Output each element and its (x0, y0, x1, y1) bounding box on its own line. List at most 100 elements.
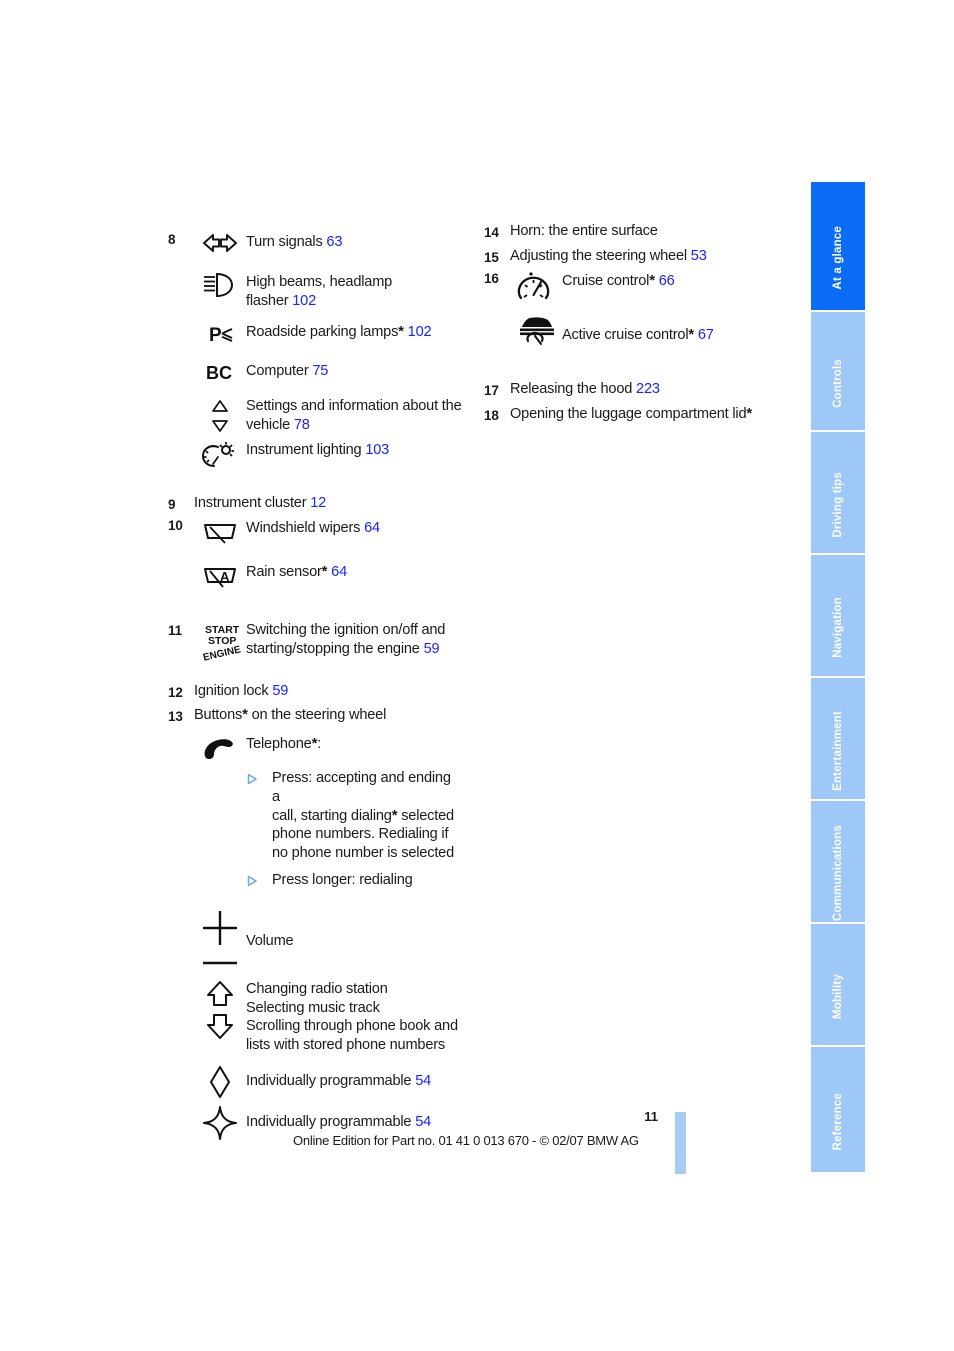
optional-star: * (649, 272, 655, 289)
entry-label: Releasing the hood (510, 381, 633, 397)
entry-label-line1: High beams, headlamp (246, 274, 393, 290)
list-item-18: 18 Opening the luggage compartment lid* (484, 405, 784, 425)
optional-star: * (746, 405, 753, 422)
item-number: 12 (168, 685, 183, 701)
page-ref[interactable]: 103 (365, 442, 389, 458)
entry-text: Instrument lighting 103 (246, 440, 478, 460)
tab-label: Reference (832, 1092, 844, 1151)
page-ref[interactable]: 12 (310, 495, 326, 511)
diamond-icon (194, 1065, 246, 1099)
entry-label: Cruise control (562, 273, 650, 289)
list-item-bullet: Press longer: redialing (246, 871, 478, 890)
entry-roadside-parking-lamps: P Roadside parking lamps* 102 (194, 322, 478, 346)
list-item-9: 9 Instrument cluster 12 (168, 494, 478, 514)
bullet-line1: Press: accepting and ending a (272, 770, 451, 805)
sidebar-tab-controls[interactable]: Controls (811, 310, 865, 430)
entry-label: Windshield wipers (246, 520, 361, 537)
list-item-12: 12 Ignition lock 59 (168, 682, 478, 702)
tab-label: Entertainment (832, 710, 844, 791)
entry-text: Roadside parking lamps* 102 (246, 322, 478, 342)
up-down-triangles-icon (194, 396, 246, 433)
sidebar-tab-navigation[interactable]: Navigation (811, 553, 865, 676)
entry-text: Opening the luggage compartment lid* (510, 405, 752, 424)
page-ref[interactable]: 53 (691, 248, 707, 264)
heading-after: : (317, 736, 322, 753)
entry-text: Active cruise control* 67 (562, 313, 784, 345)
sidebar-tab-reference[interactable]: Reference (811, 1045, 865, 1172)
page-ref[interactable]: 64 (331, 564, 347, 580)
entry-text: Releasing the hood 223 (510, 380, 660, 399)
entry-label: Horn: the entire surface (510, 223, 658, 239)
tab-label: Driving tips (832, 471, 844, 538)
entry-text: Buttons* on the steering wheel (194, 706, 386, 725)
page-ref[interactable]: 59 (424, 641, 440, 657)
optional-star: * (321, 563, 328, 581)
footer-text: Online Edition for Part no. 01 41 0 013 … (293, 1133, 639, 1148)
entry-label-line1: Settings and information about the (246, 398, 462, 415)
page-ref[interactable]: 75 (312, 363, 328, 379)
telephone-icon (194, 735, 246, 767)
list-item-13: 13 Buttons* on the steering wheel (168, 706, 478, 726)
page-ref[interactable]: 64 (364, 520, 380, 536)
tab-label: Controls (832, 358, 844, 408)
page-ref[interactable]: 102 (408, 324, 432, 340)
list-item-15: 15 Adjusting the steering wheel 53 (484, 247, 784, 267)
entry-label-line2: starting/stopping the engine (246, 640, 420, 657)
page-ref[interactable]: 54 (415, 1114, 431, 1130)
sidebar-tab-mobility[interactable]: Mobility (811, 922, 865, 1045)
entry-telephone: Telephone*: (194, 735, 478, 767)
item-number: 18 (484, 408, 499, 423)
entry-scroll-arrows: Changing radio station Selecting music t… (194, 980, 478, 1054)
sidebar-tab-entertainment[interactable]: Entertainment (811, 676, 865, 799)
page-ref[interactable]: 223 (636, 381, 660, 397)
item-number: 10 (168, 518, 183, 534)
entry-text: Settings and information about the vehic… (246, 396, 478, 434)
left-column: 8 Turn signals 63 High beams, headlamp f… (168, 232, 478, 1141)
svg-text:BC: BC (206, 363, 232, 383)
sidebar-tab-communications[interactable]: Communications (811, 799, 865, 922)
page-ref[interactable]: 66 (659, 273, 675, 289)
entry-label-after: on the steering wheel (247, 707, 387, 724)
up-down-arrows-icon (194, 980, 246, 1042)
right-column: 14 Horn: the entire surface 15 Adjusting… (484, 222, 784, 425)
entry-text: Switching the ignition on/off and starti… (246, 620, 445, 658)
entry-programmable-diamond: Individually programmable 54 (194, 1065, 478, 1099)
active-cruise-control-icon (510, 313, 562, 355)
entry-active-cruise-control: Active cruise control* 67 (510, 313, 784, 355)
entry-text: Instrument cluster 12 (194, 494, 326, 513)
sidebar-tab-driving-tips[interactable]: Driving tips (811, 430, 865, 553)
list-item-11: 11 START STOP ENGINE Switching the ignit… (168, 620, 478, 662)
item-number: 17 (484, 383, 499, 398)
item-number: 11 (168, 623, 183, 639)
svg-text:P: P (209, 325, 222, 346)
page-ref[interactable]: 54 (415, 1073, 431, 1089)
bullet-line4: no phone number is selected (272, 844, 455, 861)
page-ref[interactable]: 59 (272, 683, 288, 699)
entry-label: Computer (246, 363, 309, 380)
entry-label-before: Buttons (194, 707, 243, 724)
entry-text: High beams, headlamp flasher 102 (246, 272, 478, 310)
manual-page: 8 Turn signals 63 High beams, headlamp f… (0, 0, 954, 1351)
entry-text: Individually programmable 54 (246, 1105, 478, 1132)
optional-star: * (398, 323, 404, 341)
entry-label: Individually programmable (246, 1073, 412, 1090)
heading-before: Telephone (246, 736, 312, 753)
entry-computer: BC Computer 75 (194, 361, 478, 383)
sidebar-tab-at-a-glance[interactable]: At a glance (811, 182, 865, 310)
entry-rain-sensor: A Rain sensor* 64 (194, 562, 478, 590)
page-ref[interactable]: 78 (294, 417, 310, 433)
list-item-bullet: Press: accepting and ending a call, star… (246, 769, 478, 862)
rain-sensor-icon: A (194, 562, 246, 590)
high-beam-icon (194, 272, 246, 298)
triangle-bullet-icon (246, 871, 272, 887)
page-ref[interactable]: 67 (698, 327, 714, 343)
page-ref[interactable]: 63 (326, 234, 342, 250)
optional-star: * (688, 326, 695, 343)
entry-text: Changing radio station Selecting music t… (246, 980, 478, 1054)
page-ref[interactable]: 102 (292, 293, 316, 309)
tab-label: Mobility (832, 973, 844, 1020)
computer-bc-icon: BC (194, 361, 246, 383)
tab-label: Communications (832, 825, 844, 922)
list-item-16: 16 Cruise control* 66 (484, 271, 784, 303)
item-number: 16 (484, 271, 499, 286)
